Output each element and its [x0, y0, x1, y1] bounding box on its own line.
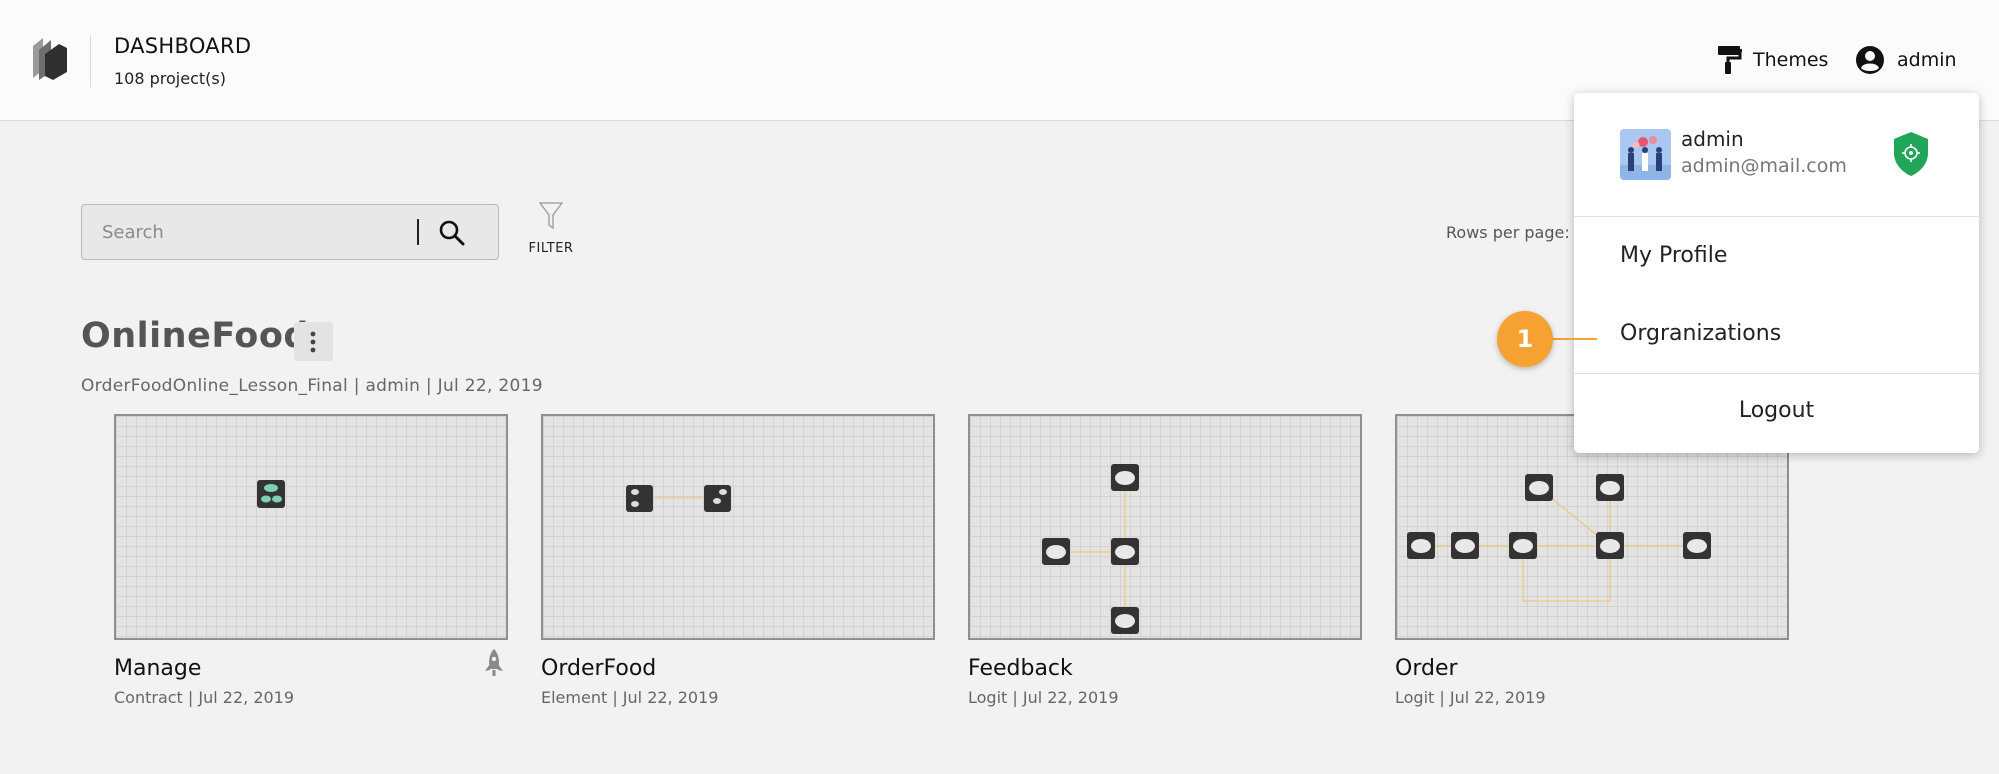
- group-menu-button[interactable]: [294, 322, 333, 361]
- user-menu-button[interactable]: admin: [1855, 43, 1957, 77]
- paint-roller-icon: [1718, 46, 1742, 74]
- group-title: OnlineFood: [81, 316, 309, 356]
- card-meta: Logit | Jul 22, 2019: [1395, 688, 1546, 707]
- project-card[interactable]: Order Logit | Jul 22, 2019: [1395, 414, 1789, 714]
- user-dropdown-menu: admin admin@mail.com My Profile Orgraniz…: [1574, 93, 1979, 453]
- filter-icon: [539, 202, 563, 230]
- filter-button[interactable]: FILTER: [528, 200, 574, 260]
- card-title: Manage: [114, 656, 202, 681]
- diagram-preview: [626, 485, 731, 512]
- themes-label: Themes: [1753, 49, 1829, 71]
- my-profile-item[interactable]: My Profile: [1620, 243, 1727, 268]
- dropdown-user-name: admin: [1681, 127, 1744, 151]
- dropdown-user-email: admin@mail.com: [1681, 155, 1847, 177]
- user-label: admin: [1897, 49, 1957, 71]
- search-icon[interactable]: [438, 219, 466, 247]
- project-card[interactable]: Manage Contract | Jul 22, 2019: [114, 414, 508, 714]
- card-thumbnail[interactable]: [968, 414, 1362, 640]
- rocket-icon[interactable]: [483, 648, 505, 678]
- avatar: [1620, 129, 1671, 180]
- app-logo-icon[interactable]: [29, 34, 69, 80]
- card-thumbnail[interactable]: [114, 414, 508, 640]
- card-title: Order: [1395, 656, 1458, 681]
- search-box: [81, 204, 499, 260]
- search-input[interactable]: [100, 205, 400, 259]
- group-meta: OrderFoodOnline_Lesson_Final | admin | J…: [81, 376, 543, 396]
- organizations-item[interactable]: Orgranizations: [1620, 321, 1781, 346]
- themes-button[interactable]: Themes: [1717, 43, 1828, 77]
- dropdown-divider: [1574, 216, 1979, 217]
- card-meta: Element | Jul 22, 2019: [541, 688, 719, 707]
- filter-label: FILTER: [528, 241, 574, 256]
- logout-item[interactable]: Logout: [1574, 398, 1979, 423]
- card-title: OrderFood: [541, 656, 657, 681]
- card-thumbnail[interactable]: [541, 414, 935, 640]
- project-card[interactable]: Feedback Logit | Jul 22, 2019: [968, 414, 1362, 714]
- step-callout-badge: 1: [1497, 311, 1553, 367]
- header-divider: [90, 35, 91, 87]
- page-title: DASHBOARD: [114, 34, 252, 58]
- diagram-preview: [1042, 464, 1139, 634]
- more-vertical-icon: [310, 331, 316, 353]
- card-meta: Logit | Jul 22, 2019: [968, 688, 1119, 707]
- card-title: Feedback: [968, 656, 1073, 681]
- project-count: 108 project(s): [114, 69, 226, 88]
- search-caret: [417, 219, 419, 245]
- project-card[interactable]: OrderFood Element | Jul 22, 2019: [541, 414, 935, 714]
- dropdown-divider: [1574, 373, 1979, 374]
- account-circle-icon: [1856, 46, 1884, 74]
- diagram-preview: [257, 480, 285, 508]
- shield-icon: [1894, 132, 1928, 176]
- callout-connector: [1551, 338, 1597, 340]
- card-meta: Contract | Jul 22, 2019: [114, 688, 295, 707]
- rows-per-page-label: Rows per page:: [1446, 223, 1570, 242]
